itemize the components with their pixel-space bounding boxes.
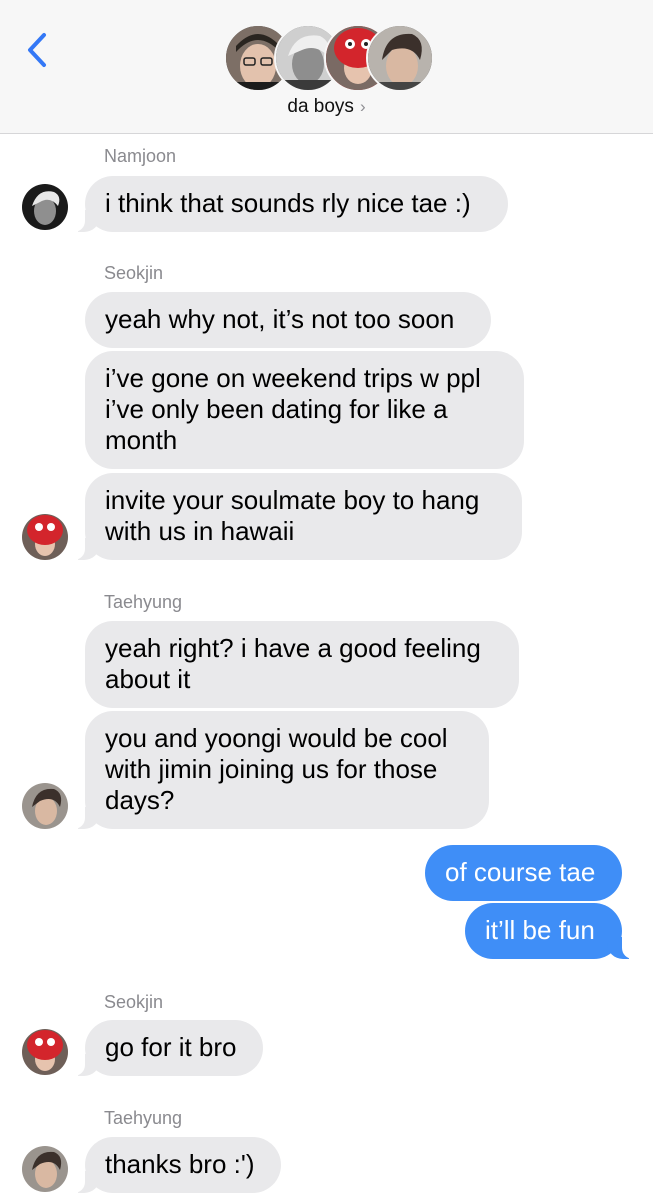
group-name-label: da boys [287, 96, 354, 117]
message-bubble-incoming[interactable]: yeah right? i have a good feeling about … [85, 621, 519, 708]
group-name-button[interactable]: da boys › [0, 96, 653, 118]
avatar-namjoon [22, 184, 68, 230]
message-text: thanks bro :') [105, 1149, 255, 1179]
message-bubble-outgoing[interactable]: of course tae [425, 845, 622, 901]
message-bubble-incoming[interactable]: yeah why not, it’s not too soon [85, 292, 491, 348]
group-avatars[interactable] [224, 24, 434, 92]
avatar-seokjin [22, 514, 68, 560]
back-button[interactable] [22, 32, 52, 68]
avatar-taehyung [22, 1146, 68, 1192]
message-bubble-incoming[interactable]: go for it bro [71, 1020, 263, 1076]
conversation-header: da boys › [0, 0, 653, 134]
avatar-4 [366, 24, 434, 92]
message-text: you and yoongi would be cool with jimin … [105, 723, 448, 815]
message-text: it’ll be fun [485, 915, 595, 945]
message-bubble-incoming[interactable]: you and yoongi would be cool with jimin … [71, 711, 489, 829]
sender-name: Taehyung [104, 592, 183, 612]
message-text: invite your soulmate boy to hang with us… [105, 485, 480, 546]
message-bubble-incoming[interactable]: thanks bro :') [71, 1137, 281, 1193]
message-text: yeah why not, it’s not too soon [105, 304, 455, 334]
avatar-seokjin [22, 1029, 68, 1075]
message-text: go for it bro [105, 1032, 237, 1062]
sender-name: Seokjin [104, 992, 164, 1012]
chevron-left-icon [28, 33, 46, 67]
sender-name: Taehyung [104, 1108, 183, 1128]
message-text: i’ve gone on weekend trips w ppl i’ve on… [105, 363, 481, 455]
message-bubble-incoming[interactable]: i’ve gone on weekend trips w ppl i’ve on… [85, 351, 524, 469]
message-text: i think that sounds rly nice tae :) [105, 188, 471, 218]
message-bubble-outgoing[interactable]: it’ll be fun [465, 903, 636, 959]
message-bubble-incoming[interactable]: i think that sounds rly nice tae :) [71, 176, 508, 232]
message-text: yeah right? i have a good feeling about … [105, 633, 481, 694]
chevron-right-icon: › [359, 97, 366, 116]
sender-name: Seokjin [104, 263, 164, 283]
message-bubble-incoming[interactable]: invite your soulmate boy to hang with us… [71, 473, 522, 560]
avatar-taehyung [22, 783, 68, 829]
message-text: of course tae [445, 857, 596, 887]
sender-name: Namjoon [104, 146, 177, 166]
